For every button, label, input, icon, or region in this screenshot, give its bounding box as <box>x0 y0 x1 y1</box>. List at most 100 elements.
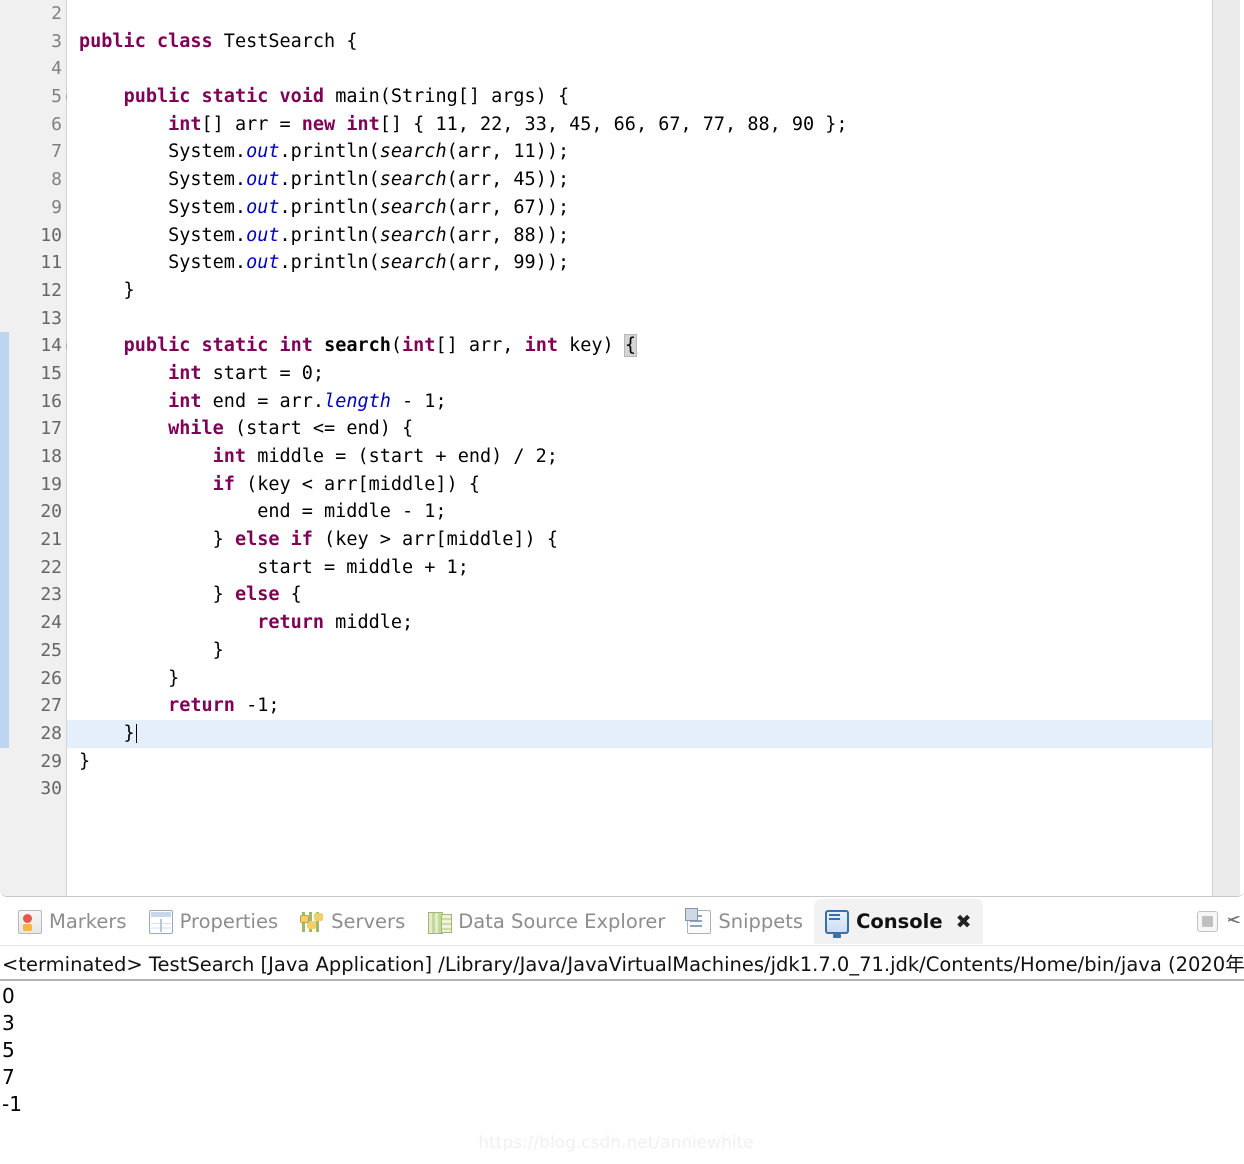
line-number: 22 <box>40 556 62 578</box>
console-output-line: -1 <box>2 1092 22 1116</box>
code-line[interactable]: System.out.println(search(arr, 11)); <box>67 138 1212 166</box>
code-line[interactable]: int middle = (start + end) / 2; <box>67 443 1212 471</box>
text-caret <box>135 723 137 743</box>
change-bar <box>0 332 9 748</box>
console-toolbar <box>1197 898 1244 945</box>
code-line[interactable]: return -1; <box>67 692 1212 720</box>
line-number: 6 <box>51 113 62 135</box>
tab-label: Servers <box>331 910 406 933</box>
line-number: 15 <box>40 362 62 384</box>
line-number: 23 <box>40 584 62 606</box>
console-output-line: 5 <box>2 1038 15 1062</box>
properties-icon <box>148 909 173 934</box>
console-output-line: 0 <box>2 984 15 1008</box>
markers-icon <box>18 909 42 934</box>
code-line[interactable]: int end = arr.length - 1; <box>67 388 1212 416</box>
line-number: 4 <box>51 58 62 80</box>
line-number: 30 <box>40 778 62 800</box>
code-line[interactable]: if (key < arr[middle]) { <box>67 471 1212 499</box>
console-output-line: 7 <box>2 1065 15 1089</box>
line-number: 8 <box>51 169 62 191</box>
code-line[interactable]: return middle; <box>67 609 1212 637</box>
scissors-icon[interactable] <box>1228 910 1242 934</box>
tab-label: Console <box>856 910 943 933</box>
code-line[interactable]: } <box>67 637 1212 665</box>
line-number: 7 <box>51 141 62 163</box>
console-output[interactable]: 0 3 5 7 -1 <box>0 981 1244 1118</box>
line-number: 18 <box>40 446 62 467</box>
line-number: 24 <box>40 612 62 634</box>
tab-snippets[interactable]: Snippets <box>676 899 814 944</box>
bottom-view-stack: Markers Properties Servers Data Source Expl… <box>0 898 1244 1164</box>
terminated-process-label: <terminated> TestSearch [Java Applicatio… <box>2 953 1244 976</box>
close-icon[interactable]: ✖ <box>956 911 972 933</box>
watermark: https://blog.csdn.net/anniewhite <box>478 1133 754 1153</box>
java-editor-panel: 2 3 4 5 6 7 8 9 10 11 12 13 14 15 16 17 18 19 20 21 22 23 24 25… <box>0 0 1244 897</box>
code-line[interactable]: System.out.println(search(arr, 45)); <box>67 166 1212 194</box>
line-number-gutter[interactable]: 2 3 4 5 6 7 8 9 10 11 12 13 14 15 16 17 18 19 20 21 22 23 24 25… <box>9 0 79 896</box>
tab-label: Markers <box>49 910 127 933</box>
line-number: 5 <box>9 83 79 111</box>
change-bar-strip <box>0 0 9 896</box>
tab-label: Data Source Explorer <box>458 910 666 933</box>
code-line[interactable] <box>67 775 1212 803</box>
code-line[interactable]: } <box>67 719 1212 748</box>
code-line[interactable]: } <box>67 748 1212 776</box>
line-number: 21 <box>40 529 62 551</box>
tab-markers[interactable]: Markers <box>7 899 138 944</box>
snippets-icon <box>687 909 712 934</box>
code-line[interactable]: System.out.println(search(arr, 88)); <box>67 222 1212 250</box>
line-number: 26 <box>40 667 62 689</box>
servers-icon <box>300 910 324 934</box>
line-number: 25 <box>40 639 62 661</box>
console-icon <box>825 909 850 938</box>
tab-label: Properties <box>179 910 279 933</box>
code-line[interactable]: end = middle - 1; <box>67 498 1212 526</box>
console-output-line: 3 <box>2 1011 15 1035</box>
tab-servers[interactable]: Servers <box>289 899 416 944</box>
code-line[interactable]: } <box>67 277 1212 305</box>
code-line[interactable] <box>67 0 1212 28</box>
line-number: 28 <box>40 722 62 744</box>
line-number: 10 <box>40 224 62 246</box>
tab-properties[interactable]: Properties <box>138 899 290 944</box>
line-number: 29 <box>40 750 62 772</box>
code-line[interactable] <box>67 55 1212 83</box>
view-tabbar: Markers Properties Servers Data Source Expl… <box>0 898 1244 945</box>
tab-console[interactable]: Console ✖ <box>814 899 983 944</box>
line-number: 2 <box>51 3 62 24</box>
code-line[interactable]: System.out.println(search(arr, 67)); <box>67 194 1212 222</box>
code-line[interactable]: } <box>67 665 1212 693</box>
code-line[interactable]: public static void main(String[] args) { <box>67 83 1212 111</box>
line-number: 13 <box>40 307 62 329</box>
overview-ruler[interactable] <box>1212 0 1240 896</box>
code-line[interactable]: int[] arr = new int[] { 11, 22, 33, 45, … <box>67 111 1212 139</box>
line-number: 27 <box>40 695 62 717</box>
code-line[interactable]: } else if (key > arr[middle]) { <box>67 526 1212 554</box>
line-number: 19 <box>40 473 62 495</box>
tab-label: Snippets <box>718 910 804 933</box>
line-number: 11 <box>40 252 62 274</box>
line-number: 12 <box>40 279 62 301</box>
stop-button[interactable] <box>1197 911 1218 932</box>
line-number: 3 <box>51 30 62 52</box>
code-line[interactable] <box>67 305 1212 333</box>
line-number: 16 <box>40 390 62 412</box>
code-line[interactable]: System.out.println(search(arr, 99)); <box>67 249 1212 277</box>
line-number: 17 <box>40 418 62 440</box>
code-line[interactable]: } else { <box>67 581 1212 609</box>
line-number: 14 <box>9 332 79 360</box>
code-line[interactable]: while (start <= end) { <box>67 415 1212 443</box>
tab-data-source-explorer[interactable]: Data Source Explorer <box>416 899 676 944</box>
code-line[interactable]: int start = 0; <box>67 360 1212 388</box>
data-source-explorer-icon <box>427 910 453 934</box>
line-number: 20 <box>40 501 62 523</box>
code-text-area[interactable]: public class TestSearch { public static … <box>67 0 1212 896</box>
line-number: 9 <box>51 196 62 218</box>
code-line[interactable]: public class TestSearch { <box>67 28 1212 56</box>
eclipse-ide-window: 2 3 4 5 6 7 8 9 10 11 12 13 14 15 16 17 18 19 20 21 22 23 24 25… <box>0 0 1244 1164</box>
code-line[interactable]: start = middle + 1; <box>67 554 1212 582</box>
console-process-header: <terminated> TestSearch [Java Applicatio… <box>0 945 1244 981</box>
editor-right-edge <box>1240 0 1244 896</box>
code-line[interactable]: public static int search(int[] arr, int … <box>67 332 1212 360</box>
